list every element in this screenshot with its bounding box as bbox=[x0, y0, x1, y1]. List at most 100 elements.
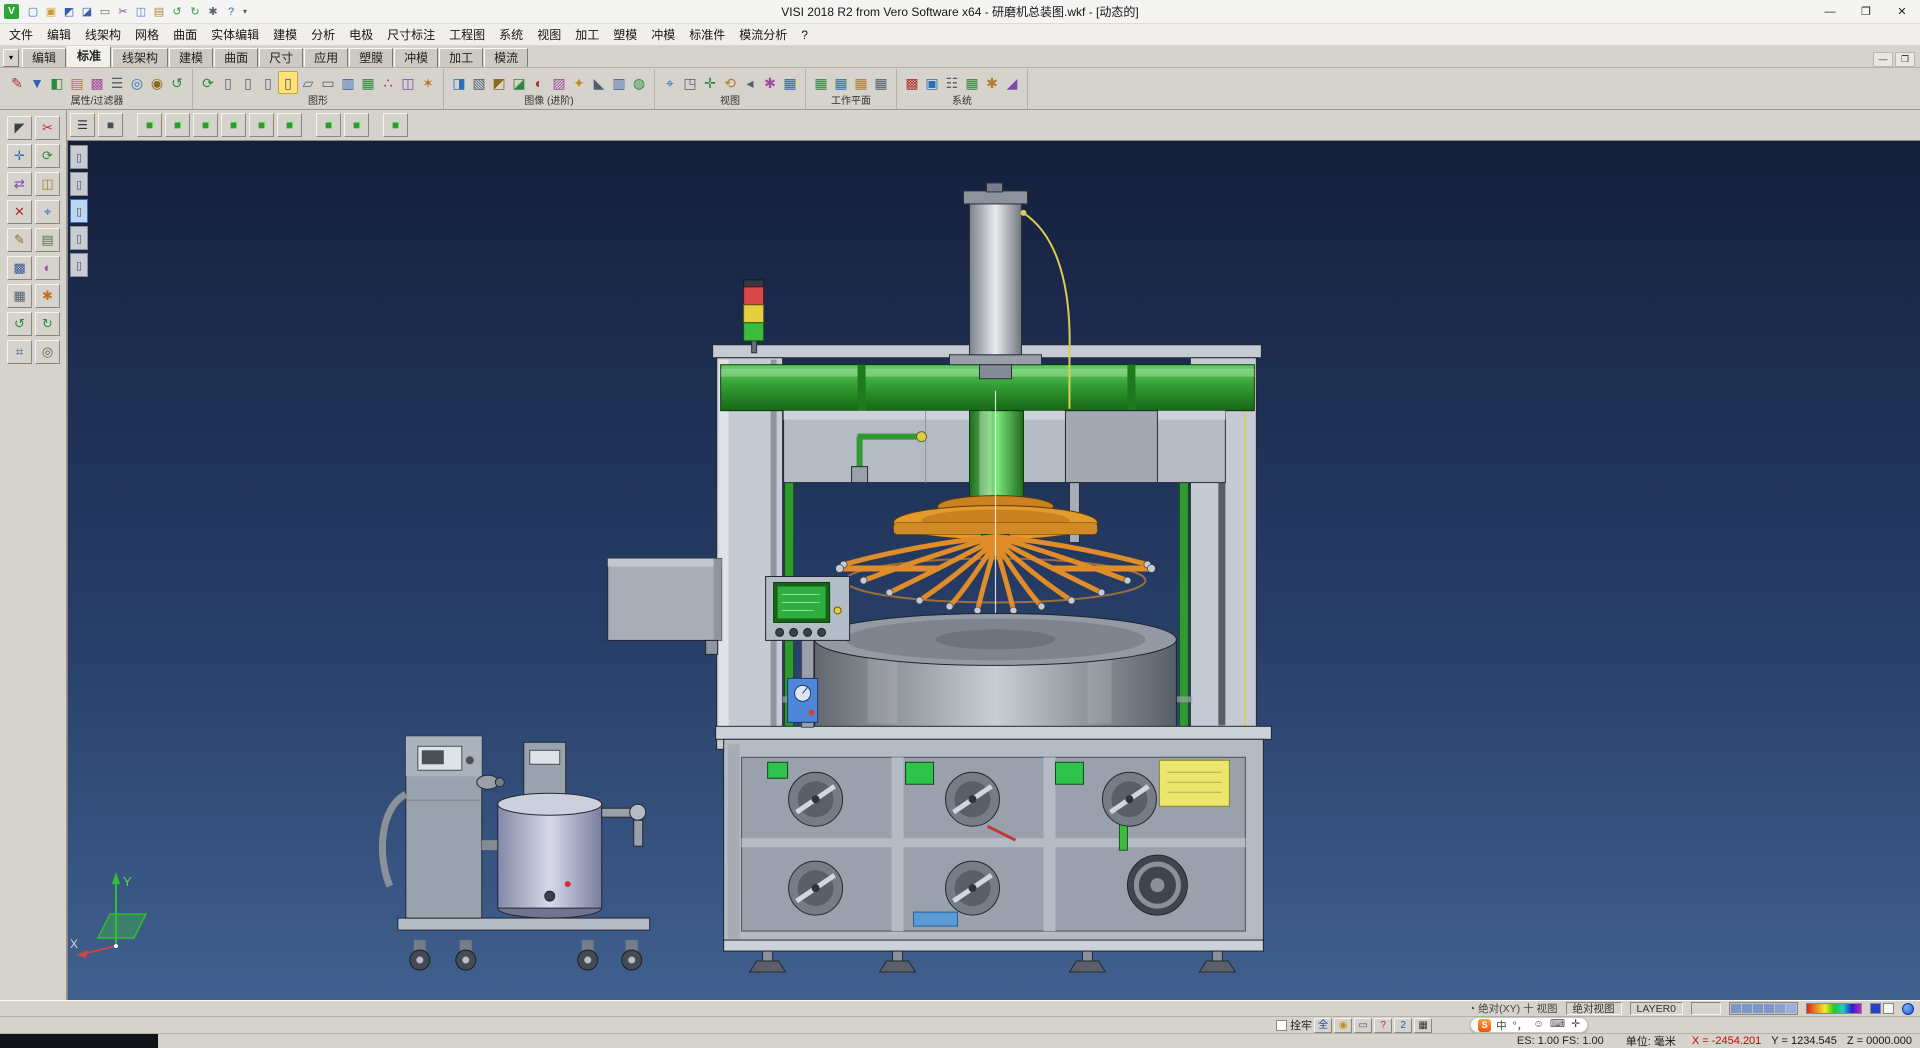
measure-icon[interactable]: ⌖ bbox=[35, 200, 60, 224]
attr-properties-icon[interactable]: ✎ bbox=[7, 71, 27, 94]
menu-item[interactable]: 标准件 bbox=[682, 24, 732, 45]
ime-tools-icon[interactable]: ✛ bbox=[1571, 1018, 1580, 1033]
ribbon-tab[interactable]: 曲面 bbox=[214, 48, 258, 67]
paste-icon[interactable]: ▤ bbox=[150, 3, 168, 21]
active-layer-button[interactable]: LAYER0 bbox=[1630, 1002, 1684, 1015]
workplane-entity-icon[interactable]: ▦ bbox=[851, 71, 871, 94]
view-multi-icon[interactable]: ▦ bbox=[780, 71, 800, 94]
redo-icon[interactable]: ↻ bbox=[186, 3, 204, 21]
attr-color-icon[interactable]: ▩ bbox=[87, 71, 107, 94]
ribbon-tab[interactable]: 线架构 bbox=[112, 48, 168, 67]
undo-icon[interactable]: ↺ bbox=[7, 312, 32, 336]
options-icon[interactable]: ✱ bbox=[204, 3, 222, 21]
ime-logo-icon[interactable]: S bbox=[1478, 1019, 1491, 1032]
menu-item[interactable]: 线架构 bbox=[78, 24, 128, 45]
close-button[interactable]: ✕ bbox=[1884, 0, 1920, 23]
view-previous-icon[interactable]: ◂ bbox=[740, 71, 760, 94]
view-zoom-window-icon[interactable]: ◳ bbox=[680, 71, 700, 94]
ribbon-tab[interactable]: 塑膜 bbox=[349, 48, 393, 67]
menu-item[interactable]: 实体编辑 bbox=[204, 24, 266, 45]
view-redraw-icon[interactable]: ✱ bbox=[760, 71, 780, 94]
snap-help-toggle[interactable]: ? bbox=[1374, 1018, 1392, 1033]
top-view-icon[interactable]: ■ bbox=[193, 113, 218, 137]
render-wire-icon[interactable]: ▧ bbox=[469, 71, 489, 94]
view-zoom-all-icon[interactable]: ⌖ bbox=[660, 71, 680, 94]
workplane-custom-icon[interactable]: ▦ bbox=[871, 71, 891, 94]
doc-view-1[interactable]: ▯ bbox=[70, 145, 88, 169]
cut-icon[interactable]: ✂ bbox=[114, 3, 132, 21]
menu-item[interactable]: 视图 bbox=[530, 24, 568, 45]
attr-visibility-icon[interactable]: ◎ bbox=[127, 71, 147, 94]
ime-emoji-icon[interactable]: ☺ bbox=[1533, 1018, 1544, 1033]
axonometric-view-icon[interactable]: ■ bbox=[344, 113, 369, 137]
attr-reset-icon[interactable]: ↺ bbox=[167, 71, 187, 94]
workplane-xy-icon[interactable]: ▦ bbox=[811, 71, 831, 94]
layer-cell[interactable] bbox=[1786, 1004, 1796, 1013]
menu-item[interactable]: 编辑 bbox=[40, 24, 78, 45]
dynamic-view-icon[interactable]: ■ bbox=[383, 113, 408, 137]
menu-item[interactable]: 加工 bbox=[568, 24, 606, 45]
workplane-view-icon[interactable]: ▦ bbox=[831, 71, 851, 94]
menu-item[interactable]: 电极 bbox=[342, 24, 380, 45]
view-rotate-icon[interactable]: ⟲ bbox=[720, 71, 740, 94]
menu-item[interactable]: 文件 bbox=[2, 24, 40, 45]
render-shaded-icon[interactable]: ◨ bbox=[449, 71, 469, 94]
delete-icon[interactable]: ✕ bbox=[7, 200, 32, 224]
ribbon-tab[interactable]: 加工 bbox=[439, 48, 483, 67]
ribbon-tab[interactable]: 模流 bbox=[484, 48, 528, 67]
mdi-minimize-button[interactable]: — bbox=[1873, 52, 1893, 67]
render-transparent-icon[interactable]: ◪ bbox=[509, 71, 529, 94]
sys-grid-icon[interactable]: ▦ bbox=[962, 71, 982, 94]
menu-item[interactable]: 塑模 bbox=[606, 24, 644, 45]
new-file-icon[interactable]: ▢ bbox=[24, 3, 42, 21]
ribbon-tab[interactable]: 应用 bbox=[304, 48, 348, 67]
draw-clean-icon[interactable]: ✶ bbox=[418, 71, 438, 94]
sys-perspective-icon[interactable]: ◢ bbox=[1002, 71, 1022, 94]
draw-cylinder-active-icon[interactable]: ▯ bbox=[278, 71, 298, 94]
render-background-icon[interactable]: ▥ bbox=[609, 71, 629, 94]
bottom-view-icon[interactable]: ■ bbox=[316, 113, 341, 137]
copy-icon[interactable]: ◫ bbox=[132, 3, 150, 21]
draw-refresh-icon[interactable]: ⟳ bbox=[198, 71, 218, 94]
sys-monitor-icon[interactable]: ▣ bbox=[922, 71, 942, 94]
menu-item[interactable]: 系统 bbox=[492, 24, 530, 45]
undo-icon[interactable]: ↺ bbox=[168, 3, 186, 21]
ribbon-tab[interactable]: 冲模 bbox=[394, 48, 438, 67]
menu-item[interactable]: 网格 bbox=[128, 24, 166, 45]
ime-mode-chinese[interactable]: 中 bbox=[1496, 1018, 1507, 1033]
draw-cylinder3-icon[interactable]: ▯ bbox=[258, 71, 278, 94]
draw-prism-icon[interactable]: ▱ bbox=[298, 71, 318, 94]
save-all-icon[interactable]: ◪ bbox=[78, 3, 96, 21]
save-icon[interactable]: ◩ bbox=[60, 3, 78, 21]
menu-item[interactable]: 尺寸标注 bbox=[380, 24, 442, 45]
menu-item[interactable]: 曲面 bbox=[166, 24, 204, 45]
mdi-restore-button[interactable]: ❐ bbox=[1895, 52, 1915, 67]
menu-item[interactable]: 工程图 bbox=[442, 24, 492, 45]
render-shadow-icon[interactable]: ◣ bbox=[589, 71, 609, 94]
attr-filter-icon[interactable]: ▼ bbox=[27, 71, 47, 94]
pencil-icon[interactable]: ✎ bbox=[7, 228, 32, 252]
draw-mesh-icon[interactable]: ▦ bbox=[358, 71, 378, 94]
left-view-icon[interactable]: ■ bbox=[249, 113, 274, 137]
snap-count-toggle[interactable]: 2 bbox=[1394, 1018, 1412, 1033]
swatch-white[interactable] bbox=[1883, 1003, 1894, 1014]
layers-icon[interactable]: ▤ bbox=[35, 228, 60, 252]
front-view-icon[interactable]: ■ bbox=[165, 113, 190, 137]
redo-icon[interactable]: ↻ bbox=[35, 312, 60, 336]
attr-match-icon[interactable]: ◧ bbox=[47, 71, 67, 94]
tab-dropdown-button[interactable]: ▾ bbox=[3, 49, 19, 67]
render-quality-icon[interactable]: ◍ bbox=[629, 71, 649, 94]
draw-box-icon[interactable]: ▭ bbox=[318, 71, 338, 94]
doc-view-3[interactable]: ▯ bbox=[70, 199, 88, 223]
doc-view-4[interactable]: ▯ bbox=[70, 226, 88, 250]
trim-scissors-icon[interactable]: ✂ bbox=[35, 116, 60, 140]
sys-snap-icon[interactable]: ✱ bbox=[982, 71, 1002, 94]
attr-lock-icon[interactable]: ◉ bbox=[147, 71, 167, 94]
draw-points-icon[interactable]: ∴ bbox=[378, 71, 398, 94]
group-icon[interactable]: ▦ bbox=[7, 284, 32, 308]
shaded-mode-icon[interactable]: ■ bbox=[98, 113, 123, 137]
paint-icon[interactable]: ◐ bbox=[35, 256, 60, 280]
snap-grid-icon[interactable]: ⌗ bbox=[7, 340, 32, 364]
render-hidden-icon[interactable]: ◩ bbox=[489, 71, 509, 94]
snap-grid-toggle[interactable]: ▦ bbox=[1414, 1018, 1432, 1033]
